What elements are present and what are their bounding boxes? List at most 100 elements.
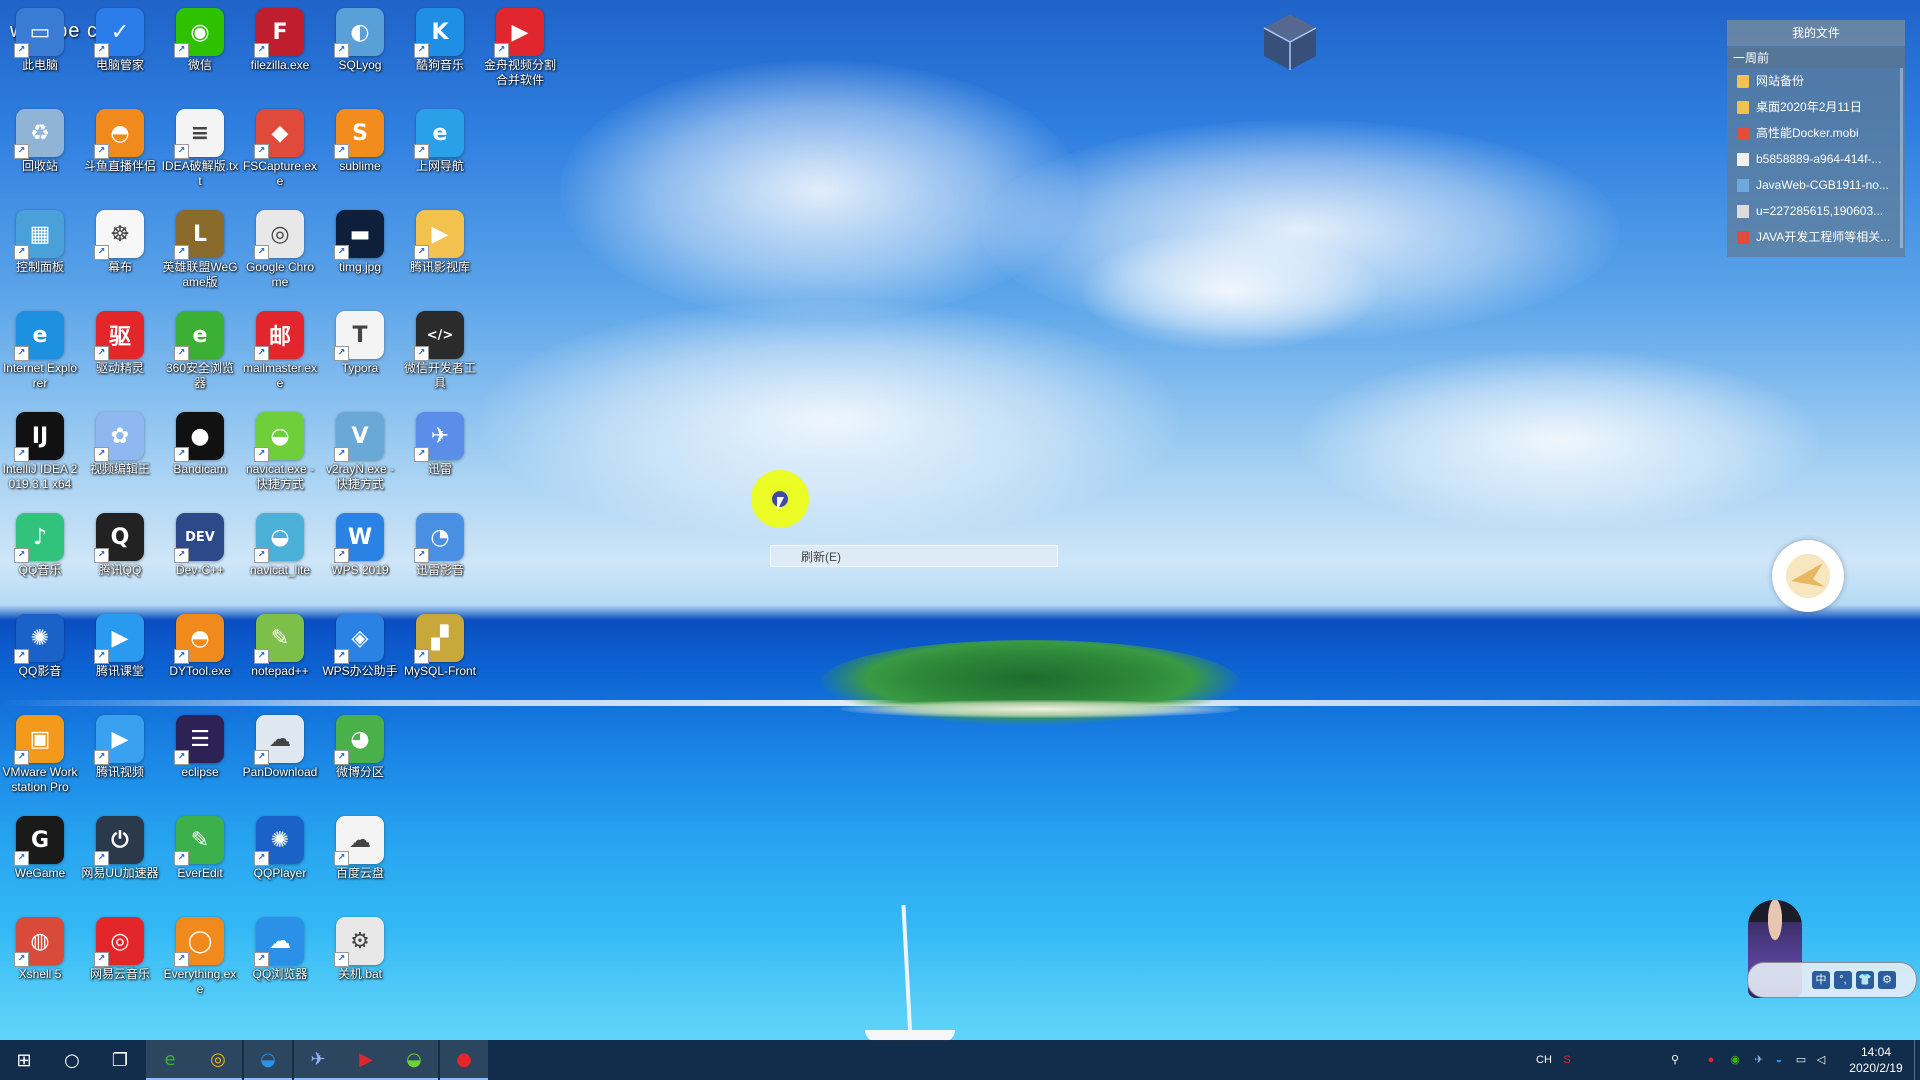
- desktop-icon-shield[interactable]: ✓ ↗ 电脑管家: [80, 4, 160, 73]
- search-button[interactable]: ○: [48, 1040, 96, 1080]
- show-desktop-button[interactable]: [1914, 1040, 1920, 1080]
- desktop-icon-qq-browser[interactable]: ☁ ↗ QQ浏览器: [240, 913, 320, 982]
- desktop-icon-sublime[interactable]: S ↗ sublime: [320, 105, 400, 174]
- desktop-icon-wechat[interactable]: ◉ ↗ 微信: [160, 4, 240, 73]
- desktop-icon-qq-music[interactable]: ♪ ↗ QQ音乐: [0, 509, 80, 578]
- thunder-tray-icon[interactable]: ✈: [1752, 1053, 1766, 1067]
- desktop[interactable]: wa ape chd ▭ ↗ 此电脑 ✓ ↗ 电脑管家 ◉ ↗ 微信 F ↗ filezilla.ex…: [0, 0, 1920, 1080]
- desktop-icon-weibo-partition[interactable]: ◕ ↗ 微博分区: [320, 711, 400, 780]
- desktop-icon-wps-helper[interactable]: ◈ ↗ WPS办公助手: [320, 610, 400, 679]
- desktop-icon-dytool[interactable]: ◓ ↗ DYTool.exe: [160, 610, 240, 679]
- qq-tray-icon[interactable]: ◒: [1772, 1053, 1786, 1067]
- desktop-icon-devcpp[interactable]: DEV ↗ Dev-C++: [160, 509, 240, 578]
- desktop-icon-wegame[interactable]: G ↗ WeGame: [0, 812, 80, 881]
- language-indicator[interactable]: CH: [1535, 1053, 1553, 1067]
- desktop-icon-vmware[interactable]: ▣ ↗ VMware Workstation Pro: [0, 711, 80, 795]
- desktop-icon-uu[interactable]: ⏻ ↗ 网易UU加速器: [80, 812, 160, 881]
- desktop-icon-ie-nav[interactable]: e ↗ 上网导航: [400, 105, 480, 174]
- desktop-icon-intellij[interactable]: IJ ↗ IntelliJ IDEA 2019.3.1 x64: [0, 408, 80, 492]
- desktop-icon-image-file[interactable]: ▬ ↗ timg.jpg: [320, 206, 400, 275]
- desktop-icon-lol[interactable]: L ↗ 英雄联盟WeGame版: [160, 206, 240, 290]
- desktop-icon-kugou[interactable]: K ↗ 酷狗音乐: [400, 4, 480, 73]
- desktop-icon-tencent-video[interactable]: ▶ ↗ 腾讯视频: [80, 711, 160, 780]
- desktop-icon-ie[interactable]: e ↗ Internet Explorer: [0, 307, 80, 391]
- desktop-icon-notepad[interactable]: ✎ ↗ notepad++: [240, 610, 320, 679]
- task-view-button[interactable]: ❐: [96, 1040, 144, 1080]
- ime-toolbar[interactable]: 中 °, 👕 ⚙: [1747, 962, 1917, 998]
- desktop-icon-filezilla[interactable]: F ↗ filezilla.exe: [240, 4, 320, 73]
- file-item[interactable]: 网站备份: [1727, 68, 1905, 94]
- desktop-icon-navicat-lite[interactable]: ◒ ↗ navicat_lite: [240, 509, 320, 578]
- desktop-icon-fscapture[interactable]: ◆ ↗ FSCapture.exe: [240, 105, 320, 189]
- file-item[interactable]: JAVA开发工程师等相关...: [1727, 224, 1905, 250]
- desktop-icon-chrome[interactable]: ◎ ↗ Google Chrome: [240, 206, 320, 290]
- volume-icon[interactable]: ◁: [1814, 1053, 1828, 1067]
- file-item[interactable]: u=227285615,190603...: [1727, 198, 1905, 224]
- file-item[interactable]: 高性能Docker.mobi: [1727, 120, 1905, 146]
- desktop-icon-video-split[interactable]: ▶ ↗ 金舟视频分割合并软件: [480, 4, 560, 88]
- desktop-icon-bat-file[interactable]: ⚙ ↗ 关机.bat: [320, 913, 400, 982]
- ime-settings-button[interactable]: ⚙: [1878, 971, 1896, 989]
- desktop-icon-pandownload[interactable]: ☁ ↗ PanDownload: [240, 711, 320, 780]
- desktop-icon-driver[interactable]: 驱 ↗ 驱动精灵: [80, 307, 160, 376]
- desktop-icon-baidu-cloud[interactable]: ☁ ↗ 百度云盘: [320, 812, 400, 881]
- desktop-icon-qq[interactable]: Q ↗ 腾讯QQ: [80, 509, 160, 578]
- sougou-ime-icon[interactable]: S: [1560, 1053, 1574, 1067]
- file-panel[interactable]: 我的文件 一周前 网站备份 桌面2020年2月11日 高性能Docker.mobi b…: [1727, 20, 1905, 257]
- taskbar-thunder[interactable]: ✈: [294, 1040, 342, 1080]
- desktop-icon-control-panel[interactable]: ▦ ↗ 控制面板: [0, 206, 80, 275]
- desktop-icon-label: VMware Workstation Pro: [2, 765, 78, 794]
- desktop-icon-mail[interactable]: 邮 ↗ mailmaster.exe: [240, 307, 320, 391]
- taskbar-qq-browser[interactable]: ◒: [244, 1040, 292, 1080]
- desktop-icon-thunder-player[interactable]: ◔ ↗ 迅雷影音: [400, 509, 480, 578]
- desktop-icon-netease-music[interactable]: ◎ ↗ 网易云音乐: [80, 913, 160, 982]
- desktop-icon-mysql-front[interactable]: ▞ ↗ MySQL-Front: [400, 610, 480, 679]
- desktop-icon-qqplayer[interactable]: ✺ ↗ QQPlayer: [240, 812, 320, 881]
- taskbar-360-browser[interactable]: e: [146, 1040, 194, 1080]
- desktop-icon-xshell[interactable]: ◍ ↗ Xshell 5: [0, 913, 80, 982]
- desktop-icon-text-file[interactable]: ≡ ↗ IDEA破解版.txt: [160, 105, 240, 189]
- people-icon[interactable]: ⚲: [1668, 1053, 1682, 1067]
- network-icon[interactable]: ▭: [1794, 1053, 1808, 1067]
- desktop-icon-thunder[interactable]: ✈ ↗ 迅雷: [400, 408, 480, 477]
- file-item[interactable]: b5858889-a964-414f-...: [1727, 146, 1905, 172]
- file-item[interactable]: 桌面2020年2月11日: [1727, 94, 1905, 120]
- desktop-icon-dolphin[interactable]: ◐ ↗ SQLyog: [320, 4, 400, 73]
- desktop-icon-tencent-class[interactable]: ▶ ↗ 腾讯课堂: [80, 610, 160, 679]
- desktop-icon-devtools[interactable]: </> ↗ 微信开发者工具: [400, 307, 480, 391]
- ime-punctuation-toggle[interactable]: °,: [1834, 971, 1852, 989]
- desktop-icon-everything[interactable]: ◯ ↗ Everything.exe: [160, 913, 240, 997]
- file-item[interactable]: JavaWeb-CGB1911-no...: [1727, 172, 1905, 198]
- file-panel-group[interactable]: 一周前: [1727, 48, 1905, 68]
- taskbar-video-split[interactable]: ▶: [342, 1040, 390, 1080]
- file-panel-scrollbar[interactable]: [1900, 68, 1903, 248]
- ime-chinese-toggle[interactable]: 中: [1812, 971, 1830, 989]
- desktop-icon-360-browser[interactable]: e ↗ 360安全浏览器: [160, 307, 240, 391]
- clock[interactable]: 14:04 2020/2/19: [1836, 1044, 1916, 1076]
- desktop-icon-qq-player[interactable]: ✺ ↗ QQ影音: [0, 610, 80, 679]
- desktop-icon-douyu[interactable]: ◓ ↗ 斗鱼直播伴侣: [80, 105, 160, 174]
- desktop-icon-v2ray[interactable]: V ↗ v2rayN.exe - 快捷方式: [320, 408, 400, 492]
- desktop-icon-folder-video[interactable]: ▶ ↗ 腾讯影视库: [400, 206, 480, 275]
- wechat-tray-icon[interactable]: ◉: [1728, 1053, 1742, 1067]
- cube-widget[interactable]: [1262, 12, 1318, 72]
- desktop-icon-navicat[interactable]: ◒ ↗ navicat.exe - 快捷方式: [240, 408, 320, 492]
- desktop-icon-typora[interactable]: T ↗ Typora: [320, 307, 400, 376]
- desktop-icon-label: 控制面板: [15, 260, 64, 274]
- taskbar-chrome[interactable]: ◎: [194, 1040, 242, 1080]
- taskbar-navicat[interactable]: ◒: [390, 1040, 438, 1080]
- start-button[interactable]: ⊞: [0, 1040, 48, 1080]
- taskbar-bandicam[interactable]: ●: [440, 1040, 488, 1080]
- desktop-icon-recycle-bin[interactable]: ♻ ↗ 回收站: [0, 105, 80, 174]
- desktop-icon-bandicam[interactable]: ● ↗ Bandicam: [160, 408, 240, 477]
- desktop-icon-eclipse[interactable]: ☰ ↗ eclipse: [160, 711, 240, 780]
- context-menu-refresh[interactable]: 刷新(E): [770, 545, 1058, 567]
- floating-assistant-button[interactable]: [1772, 540, 1844, 612]
- desktop-icon-mubu[interactable]: ☸ ↗ 幕布: [80, 206, 160, 275]
- ime-skin-button[interactable]: 👕: [1856, 971, 1874, 989]
- desktop-icon-video-edit[interactable]: ✿ ↗ 视频编辑王: [80, 408, 160, 477]
- desktop-icon-computer[interactable]: ▭ ↗ 此电脑: [0, 4, 80, 73]
- record-icon[interactable]: ●: [1704, 1053, 1718, 1067]
- desktop-icon-wps[interactable]: W ↗ WPS 2019: [320, 509, 400, 578]
- desktop-icon-everedit[interactable]: ✎ ↗ EverEdit: [160, 812, 240, 881]
